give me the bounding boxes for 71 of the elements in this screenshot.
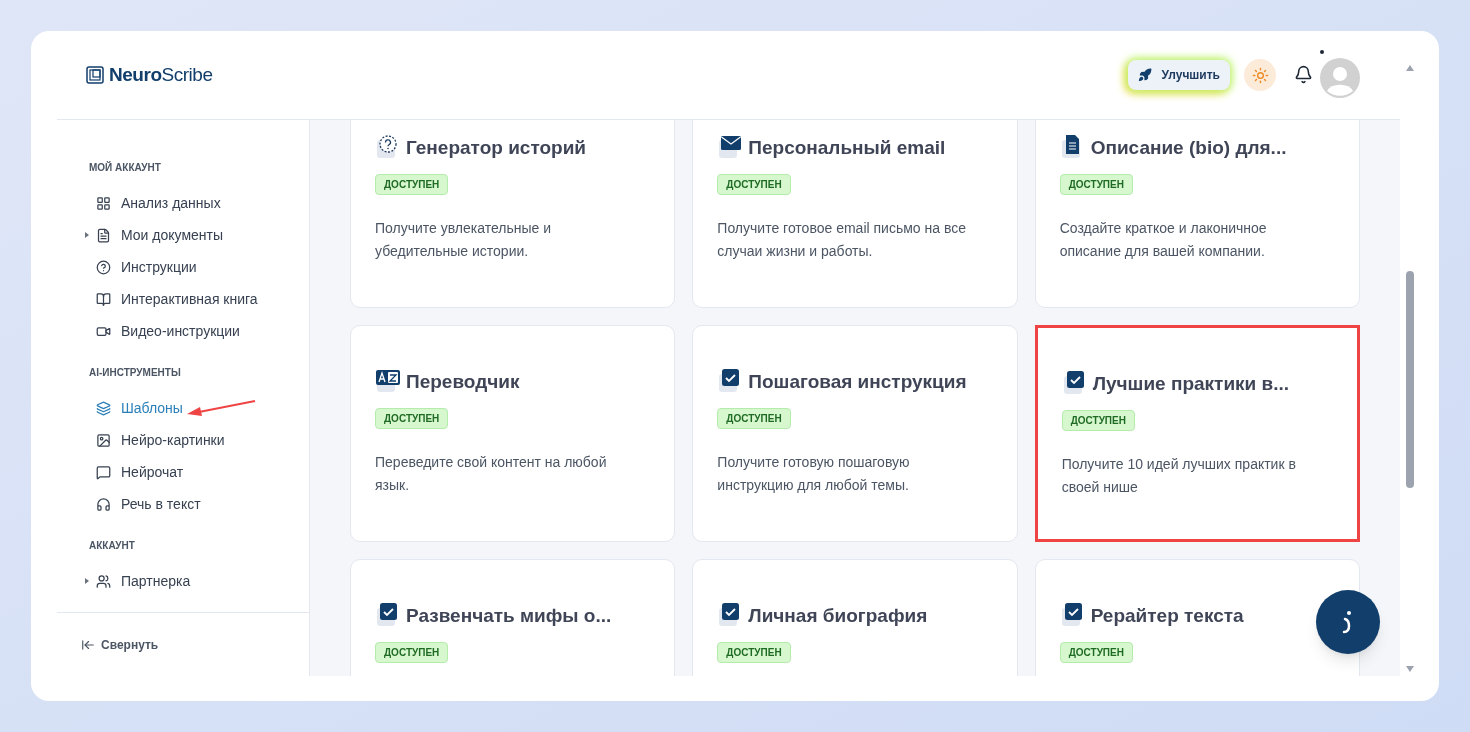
scroll-up-icon[interactable] — [1406, 65, 1414, 71]
logo-icon — [86, 66, 104, 84]
template-card[interactable]: Личная биография ДОСТУПЕН — [692, 559, 1018, 676]
book-icon — [96, 291, 111, 307]
card-title: Рерайтер текста — [1090, 603, 1244, 628]
headphones-icon — [96, 496, 111, 512]
caret-icon[interactable] — [85, 232, 89, 238]
scroll-down-icon[interactable] — [1406, 666, 1414, 672]
status-badge: ДОСТУПЕН — [375, 408, 449, 429]
sidebar-item[interactable]: Мои документы — [96, 224, 223, 246]
card-title: Пошаговая инструкция — [748, 369, 967, 394]
sidebar-item[interactable]: Инструкции — [96, 256, 197, 278]
card-title: Переводчик — [406, 369, 520, 394]
card-description: Получите 10 идей лучших практик в своей нише — [1061, 455, 1297, 497]
card-title: Лучшие практики в... — [1092, 371, 1290, 396]
card-title: Личная биография — [748, 603, 928, 628]
sidebar-item[interactable]: Речь в текст — [96, 493, 201, 515]
status-badge: ДОСТУПЕН — [717, 642, 791, 663]
template-card[interactable]: Персональный email ДОСТУПЕН Получите готовое email письмо на все случаи жизни и работы. — [692, 120, 1018, 308]
template-card[interactable]: Переводчик ДОСТУПЕН Переведите свой контент на любой язык. — [350, 325, 676, 542]
status-badge: ДОСТУПЕН — [1059, 174, 1133, 195]
notification-bell-icon[interactable] — [1294, 65, 1313, 84]
template-card[interactable]: Рерайтер текста ДОСТУПЕН — [1034, 559, 1360, 676]
collapse-button[interactable]: Свернуть — [81, 635, 159, 654]
template-card[interactable]: Генератор историй ДОСТУПЕН Получите увлекательные и убедительные истории. — [350, 120, 676, 308]
help-icon — [96, 259, 111, 275]
template-card[interactable]: Пошаговая инструкция ДОСТУПЕН Получите готовую пошаговую инструкцию для любой темы. — [692, 325, 1018, 542]
card-description: Получите готовую пошаговую инструкцию для любой темы. — [717, 453, 911, 495]
chat-widget-button[interactable] — [1316, 590, 1380, 654]
section-heading: AI-ИНСТРУМЕНТЫ — [89, 366, 182, 380]
document-icon — [96, 227, 111, 243]
sidebar-item[interactable]: Нейро-картинки — [96, 429, 225, 451]
theme-toggle-button[interactable] — [1244, 59, 1276, 91]
card-description: Создайте краткое и лаконичное описание для вашей компании. — [1059, 219, 1268, 261]
grid-icon — [96, 195, 111, 211]
card-title: Генератор историй — [406, 135, 586, 160]
status-badge: ДОСТУПЕН — [375, 642, 449, 663]
section-heading: АККАУНТ — [89, 539, 136, 553]
sidebar-item[interactable]: Нейрочат — [96, 461, 184, 483]
card-title: Развенчать мифы о... — [406, 603, 612, 628]
sun-icon — [1251, 66, 1269, 84]
collapse-icon — [81, 637, 95, 652]
sidebar-item[interactable]: Интерактивная книга — [96, 288, 258, 310]
status-badge: ДОСТУПЕН — [1059, 642, 1133, 663]
template-card[interactable]: Лучшие практики в... ДОСТУПЕН Получите 10 идей лучших практик в своей нише — [1034, 325, 1360, 542]
sidebar-item[interactable]: Партнерка — [96, 570, 191, 592]
caret-icon[interactable] — [85, 578, 89, 584]
sidebar-item[interactable]: Анализ данных — [96, 192, 221, 214]
scrollbar-thumb[interactable] — [1406, 271, 1414, 488]
card-title: Описание (bio) для... — [1090, 135, 1287, 160]
avatar-icon[interactable] — [1320, 58, 1360, 98]
card-description: Переведите свой контент на любой язык. — [375, 453, 608, 495]
status-badge: ДОСТУПЕН — [1061, 410, 1135, 431]
status-badge: ДОСТУПЕН — [717, 174, 791, 195]
users-icon — [96, 573, 111, 589]
section-heading: МОЙ АККАУНТ — [89, 160, 162, 175]
template-card[interactable]: Описание (bio) для... ДОСТУПЕН Создайте краткое и лаконичное описание для вашей компании. — [1034, 120, 1360, 308]
sidebar-item[interactable]: Видео-инструкции — [96, 320, 240, 342]
image-icon — [96, 432, 111, 448]
layers-icon — [96, 400, 111, 416]
card-title: Персональный email — [748, 135, 946, 160]
rocket-icon — [1137, 68, 1152, 82]
sidebar-item[interactable]: Шаблоны — [96, 397, 183, 419]
status-badge: ДОСТУПЕН — [717, 408, 791, 429]
card-description: Получите увлекательные и убедительные истории. — [375, 219, 553, 261]
template-card[interactable]: Развенчать мифы о... ДОСТУПЕН — [350, 559, 676, 676]
chat-icon — [96, 464, 111, 480]
upgrade-button[interactable]: Улучшить — [1127, 60, 1230, 90]
brand-name: NeuroScribe — [109, 62, 213, 87]
status-badge: ДОСТУПЕН — [375, 174, 449, 195]
card-description: Получите готовое email письмо на все случаи жизни и работы. — [717, 219, 967, 261]
